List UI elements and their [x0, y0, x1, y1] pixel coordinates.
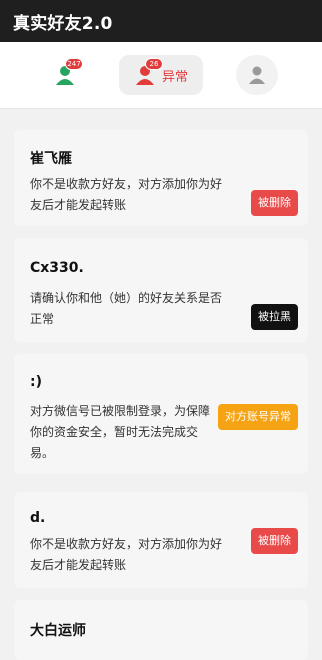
- list-item: :) 对方微信号已被限制登录，为保障你的资金安全，暂时无法完成交易。 对方账号异…: [14, 354, 308, 474]
- account-abnormal-button[interactable]: 对方账号异常: [218, 404, 298, 430]
- contact-name: d.: [30, 510, 46, 526]
- tab-profile[interactable]: [236, 55, 278, 95]
- contact-name: 崔飞雁: [30, 151, 72, 167]
- tab-abnormal-label: 异常: [161, 69, 188, 85]
- tab-abnormal[interactable]: 26 异常: [119, 55, 203, 95]
- list-item: Cx330. 请确认你和他（她）的好友关系是否正常 被拉黑: [14, 238, 308, 342]
- list-item: 崔飞雁 你不是收款方好友，对方添加你为好友后才能发起转账 被删除: [14, 130, 308, 226]
- friends-icon: 247: [54, 58, 83, 86]
- contact-message: 对方微信号已被限制登录，为保障你的资金安全，暂时无法完成交易。: [30, 404, 211, 460]
- tab-bar: 247 26 异常: [0, 42, 322, 109]
- blocked-button[interactable]: 被拉黑: [251, 304, 298, 330]
- contact-message: 你不是收款方好友，对方添加你为好友后才能发起转账: [30, 177, 223, 212]
- app-title-bar: 真实好友2.0: [0, 0, 322, 42]
- deleted-button[interactable]: 被删除: [251, 190, 298, 216]
- app-title: 真实好友2.0: [13, 14, 113, 34]
- contact-message: 请确认你和他（她）的好友关系是否正常: [30, 291, 223, 326]
- contact-name: :): [30, 374, 42, 390]
- list-item: 大白运师: [14, 600, 308, 660]
- abnormal-badge: 26: [144, 58, 163, 70]
- contact-name: 大白运师: [30, 623, 86, 639]
- contact-name: Cx330.: [30, 260, 84, 276]
- abnormal-user-icon: 26: [134, 58, 163, 86]
- deleted-button[interactable]: 被删除: [251, 528, 298, 554]
- friends-badge: 247: [65, 58, 83, 70]
- profile-icon: [246, 64, 268, 86]
- list-item: d. 你不是收款方好友，对方添加你为好友后才能发起转账 被删除: [14, 492, 308, 588]
- tab-friends[interactable]: 247: [40, 55, 90, 95]
- contact-message: 你不是收款方好友，对方添加你为好友后才能发起转账: [30, 537, 223, 572]
